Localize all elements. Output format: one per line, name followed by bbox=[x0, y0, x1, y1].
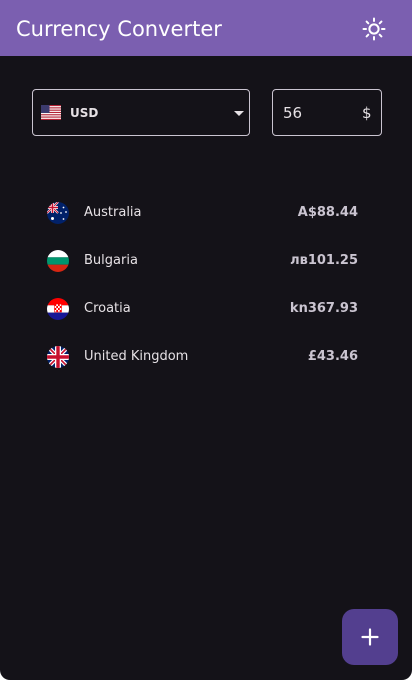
base-currency-code: USD bbox=[70, 106, 99, 120]
country-name: United Kingdom bbox=[84, 349, 189, 364]
theme-toggle-button[interactable] bbox=[360, 16, 388, 42]
croatia-flag-icon bbox=[47, 298, 69, 320]
dropdown-caret-icon bbox=[234, 111, 244, 116]
result-row-bulgaria[interactable]: Bulgaria лв101.25 bbox=[32, 241, 382, 281]
amount-field[interactable]: $ bbox=[272, 89, 382, 136]
result-row-australia[interactable]: Australia A$88.44 bbox=[32, 193, 382, 233]
amount-input[interactable] bbox=[283, 102, 343, 124]
base-currency-select[interactable]: USD bbox=[32, 89, 250, 136]
australia-flag-icon bbox=[47, 202, 69, 224]
country-name: Bulgaria bbox=[84, 253, 138, 268]
add-currency-button[interactable] bbox=[342, 609, 398, 665]
sun-icon bbox=[362, 17, 386, 41]
us-flag-icon bbox=[41, 105, 61, 120]
converted-value: £43.46 bbox=[307, 349, 358, 364]
result-row-croatia[interactable]: Croatia kn367.93 bbox=[32, 289, 382, 329]
plus-icon bbox=[361, 628, 379, 646]
converted-value: лв101.25 bbox=[290, 253, 358, 268]
app-window: Currency Converter USD 56 $ Australia A$… bbox=[0, 0, 412, 680]
uk-flag-icon bbox=[47, 346, 69, 368]
country-name: Croatia bbox=[84, 301, 131, 316]
amount-currency-suffix: $ bbox=[362, 104, 372, 122]
bulgaria-flag-icon bbox=[47, 250, 69, 272]
result-row-united-kingdom[interactable]: United Kingdom £43.46 bbox=[32, 337, 382, 377]
converted-value: A$88.44 bbox=[297, 205, 358, 220]
converted-value: kn367.93 bbox=[289, 301, 358, 316]
country-name: Australia bbox=[84, 205, 142, 220]
app-title: Currency Converter bbox=[16, 17, 222, 41]
app-bar: Currency Converter bbox=[0, 0, 412, 56]
